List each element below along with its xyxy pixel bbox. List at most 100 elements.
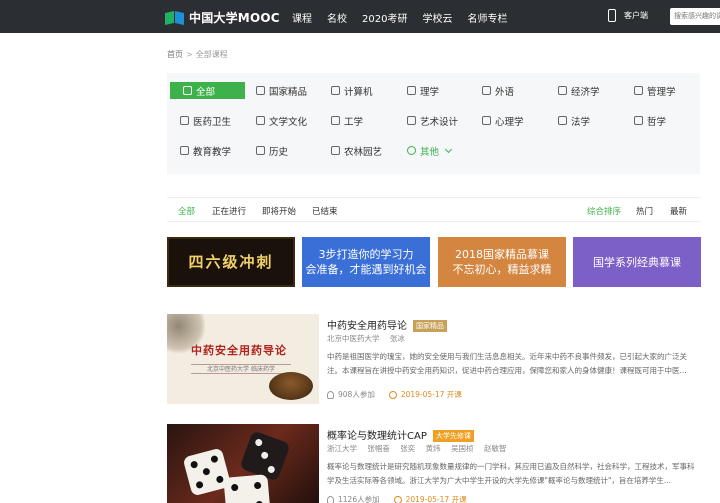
banner-line2: 会准备，才能遇到好机会: [305, 263, 427, 276]
coin-icon: [558, 86, 567, 95]
breadcrumb: 首页 > 全部课程: [167, 49, 228, 60]
user-icon: [327, 495, 334, 503]
sort-comprehensive[interactable]: 综合排序: [587, 205, 621, 217]
course-thumbnail[interactable]: 中药安全用药导论 北京中医药大学 临床药学: [167, 314, 319, 404]
category-label: 外语: [495, 86, 515, 98]
banner-guoxue[interactable]: 国学系列经典慕课: [573, 237, 701, 287]
banner-line1: 国学系列经典慕课: [593, 255, 681, 269]
category-label: 全部: [196, 86, 216, 98]
course-title[interactable]: 中药安全用药导论 国家精品: [327, 317, 447, 332]
course-enrolled: 1126人参加: [338, 495, 380, 503]
banner-cet-sprint[interactable]: 四六级冲刺: [167, 237, 295, 287]
location-icon: [634, 116, 643, 125]
category-agriculture[interactable]: 农林园艺: [331, 142, 382, 159]
course-description: 概率论与数理统计是研究随机现象数量规律的一门学科，其应用已遍及自然科学，社会科学…: [327, 462, 695, 485]
sort-newest[interactable]: 最新: [670, 205, 687, 217]
category-label: 医药卫生: [193, 116, 232, 128]
book-icon: [256, 116, 265, 125]
filter-ended[interactable]: 已结束: [312, 205, 338, 217]
nav-item-kaoyan[interactable]: 2020考研: [362, 10, 407, 25]
circle-icon: [407, 146, 416, 155]
category-foreign-language[interactable]: 外语: [482, 82, 514, 99]
category-label: 教育教学: [193, 146, 232, 158]
course-thumbnail[interactable]: [167, 424, 319, 503]
thumbnail-subtitle: 北京中医药大学 临床药学: [191, 364, 291, 374]
course-tag: 国家精品: [413, 320, 447, 332]
search-input[interactable]: [670, 8, 720, 25]
course-footer: 908人参加 2019-05-17 开课: [327, 389, 462, 400]
course-title-text: 概率论与数理统计CAP: [327, 431, 427, 442]
filter-ongoing[interactable]: 正在进行: [212, 205, 246, 217]
mobile-app-link[interactable]: 客户端: [608, 9, 648, 22]
category-label: 工学: [344, 116, 364, 128]
top-navigation-bar: 中国大学MOOC 课程 名校 2020考研 学校云 名师专栏 客户端: [0, 0, 720, 33]
category-other[interactable]: 其他: [407, 142, 453, 159]
category-management[interactable]: 管理学: [634, 82, 676, 99]
course-teacher: 张帼奋: [367, 444, 390, 453]
category-label: 法学: [571, 116, 591, 128]
category-all[interactable]: 全部: [170, 82, 245, 99]
breadcrumb-home[interactable]: 首页: [167, 50, 183, 59]
course-enrolled: 908人参加: [338, 390, 375, 399]
course-description: 中药是祖国医学的瑰宝，她的安全使用与我们生活息息相关。近年来中药不良事件频发，已…: [327, 352, 687, 375]
category-label: 文学文化: [269, 116, 308, 128]
course-school[interactable]: 浙江大学: [327, 444, 357, 453]
category-law[interactable]: 法学: [558, 112, 590, 129]
course-footer: 1126人参加 2019-05-17 开课: [327, 494, 467, 503]
user-icon: [327, 390, 334, 399]
course-school[interactable]: 北京中医药大学: [327, 334, 380, 343]
nav-item-teacher-column[interactable]: 名师专栏: [467, 10, 507, 25]
course-teacher: 张奕: [400, 444, 416, 453]
category-psychology[interactable]: 心理学: [482, 112, 524, 129]
filter-upcoming[interactable]: 即将开始: [262, 205, 296, 217]
category-history[interactable]: 历史: [256, 142, 288, 159]
chat-icon: [482, 86, 491, 95]
category-label: 国家精品: [269, 86, 308, 98]
mobile-app-label: 客户端: [624, 11, 648, 20]
banner-learning-power[interactable]: 3步打造你的学习力 会准备，才能遇到好机会: [302, 237, 430, 287]
course-start-date: 2019-05-17 开课: [405, 495, 467, 503]
course-start-date: 2019-05-17 开课: [400, 390, 462, 399]
nav-item-school-cloud[interactable]: 学校云: [422, 10, 452, 25]
category-national-quality[interactable]: 国家精品: [256, 82, 307, 99]
clock-icon: [393, 495, 402, 503]
site-logo[interactable]: 中国大学MOOC: [165, 7, 280, 27]
category-medicine[interactable]: 医药卫生: [180, 112, 231, 129]
scale-icon: [558, 116, 567, 125]
nav-item-schools[interactable]: 名校: [327, 10, 347, 25]
course-card[interactable]: 中药安全用药导论 北京中医药大学 临床药学 中药安全用药导论 国家精品 北京中医药…: [167, 314, 700, 411]
banner-national-mooc[interactable]: 2018国家精品慕课 不忘初心，精益求精: [438, 237, 566, 287]
course-teacher: 赵敏智: [483, 444, 507, 453]
heart-icon: [482, 116, 491, 125]
category-computer[interactable]: 计算机: [331, 82, 373, 99]
banner-text: 四六级冲刺: [188, 252, 274, 271]
category-education[interactable]: 教育教学: [180, 142, 231, 159]
course-card[interactable]: 概率论与数理统计CAP 大学先修课 浙江大学 张帼奋 张奕 黄炜 吴国桢 赵敏智 …: [167, 424, 700, 503]
category-science[interactable]: 理学: [407, 82, 439, 99]
category-label: 经济学: [571, 86, 600, 98]
document-icon: [180, 146, 189, 155]
filter-all[interactable]: 全部: [178, 205, 195, 217]
course-meta: 北京中医药大学 张冰: [327, 333, 413, 344]
course-meta: 浙江大学 张帼奋 张奕 黄炜 吴国桢 赵敏智: [327, 443, 514, 454]
main-nav: 课程 名校 2020考研 学校云 名师专栏: [292, 10, 522, 25]
herb-bowl-image: [269, 372, 313, 400]
category-economics[interactable]: 经济学: [558, 82, 600, 99]
leaf-icon: [331, 146, 340, 155]
course-teacher: 黄炜: [425, 444, 441, 453]
category-art-design[interactable]: 艺术设计: [407, 112, 458, 129]
breadcrumb-current: 全部课程: [195, 50, 228, 59]
clock-icon: [388, 390, 397, 399]
banner-line1: 3步打造你的学习力: [318, 248, 414, 261]
category-engineering[interactable]: 工学: [331, 112, 363, 129]
nav-item-courses[interactable]: 课程: [292, 10, 312, 25]
sort-popular[interactable]: 热门: [636, 205, 653, 217]
category-philosophy[interactable]: 哲学: [634, 112, 666, 129]
category-label: 理学: [420, 86, 440, 98]
category-literature[interactable]: 文学文化: [256, 112, 307, 129]
chevron-down-icon: [444, 145, 453, 153]
course-title[interactable]: 概率论与数理统计CAP 大学先修课: [327, 427, 474, 442]
dice-image: [223, 474, 271, 503]
banner-line1: 2018国家精品慕课: [455, 248, 549, 261]
category-label: 管理学: [647, 86, 676, 98]
